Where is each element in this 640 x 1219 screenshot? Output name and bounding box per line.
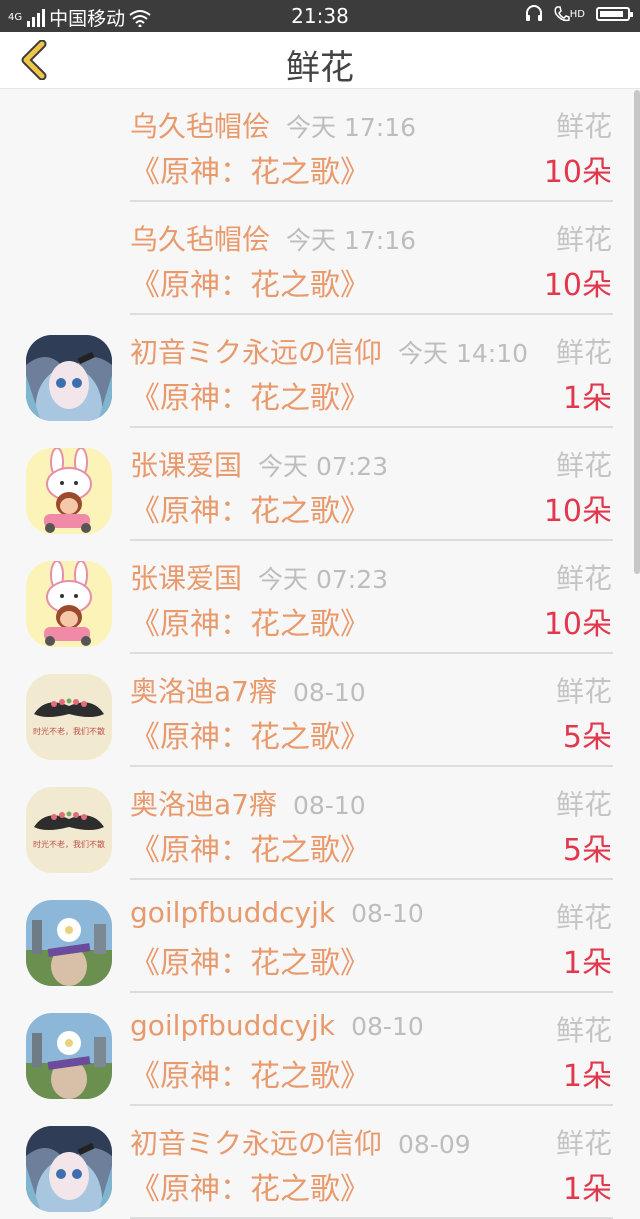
scrollbar[interactable]: [634, 90, 640, 574]
work-title: 《原神：花之歌》: [130, 155, 370, 190]
svg-text:时光不老，我们不散: 时光不老，我们不散: [33, 726, 105, 736]
avatar[interactable]: [26, 900, 112, 986]
gift-type: 鲜花: [555, 675, 612, 708]
send-time: 08-10: [351, 899, 424, 928]
hd-call-icon: HD: [554, 5, 586, 23]
avatar[interactable]: [26, 1126, 112, 1212]
list-item[interactable]: 时光不老，我们不散 奥洛迪a7瘠 08-10 鲜花 《原神：花之歌》 5朵: [0, 654, 640, 767]
send-time: 08-09: [398, 1130, 471, 1159]
nav-bar: 鲜花: [0, 32, 640, 89]
hd-label: HD: [569, 8, 585, 20]
sender-name: 张课爱国: [130, 449, 243, 482]
gift-type: 鲜花: [555, 562, 612, 595]
gift-type: 鲜花: [555, 788, 612, 821]
sender-name: goilpfbuddcyjk: [130, 1009, 336, 1042]
sender-name: 乌久毡帽侩: [130, 110, 271, 143]
list-item[interactable]: 时光不老，我们不散 奥洛迪a7瘠 08-10 鲜花 《原神：花之歌》 5朵: [0, 767, 640, 880]
gift-count: 10朵: [543, 155, 612, 190]
headset-icon: [525, 5, 542, 21]
svg-text:时光不老，我们不散: 时光不老，我们不散: [33, 839, 105, 849]
list-item[interactable]: goilpfbuddcyjk 08-10 鲜花 《原神：花之歌》 1朵: [0, 880, 640, 993]
gift-count: 1朵: [562, 381, 612, 416]
gift-type: 鲜花: [555, 449, 612, 482]
gift-list: 乌久毡帽侩 今天 17:16 鲜花 《原神：花之歌》 10朵 乌久毡帽侩 今天 17…: [0, 89, 640, 1219]
sender-name: 乌久毡帽侩: [130, 223, 271, 256]
sender-name: 初音ミク永远の信仰: [130, 336, 383, 369]
sender-name: 张课爱国: [130, 562, 243, 595]
avatar[interactable]: 时光不老，我们不散: [26, 674, 112, 760]
gift-type: 鲜花: [555, 223, 612, 256]
gift-count: 5朵: [562, 833, 612, 868]
list-item[interactable]: 乌久毡帽侩 今天 17:16 鲜花 《原神：花之歌》 10朵: [0, 202, 640, 315]
work-title: 《原神：花之歌》: [130, 720, 370, 755]
gift-count: 10朵: [543, 494, 612, 529]
send-time: 08-10: [292, 678, 366, 707]
list-item[interactable]: 张课爱国 今天 07:23 鲜花 《原神：花之歌》 10朵: [0, 541, 640, 654]
avatar[interactable]: 时光不老，我们不散: [26, 787, 112, 873]
gift-count: 10朵: [543, 268, 612, 303]
avatar[interactable]: [26, 448, 112, 534]
work-title: 《原神：花之歌》: [130, 268, 370, 303]
work-title: 《原神：花之歌》: [130, 494, 370, 529]
send-time: 08-10: [351, 1012, 424, 1041]
sender-name: 奥洛迪a7瘠: [130, 675, 277, 708]
work-title: 《原神：花之歌》: [130, 381, 370, 416]
send-time: 今天 17:16: [286, 226, 417, 255]
list-item[interactable]: 张课爱国 今天 07:23 鲜花 《原神：花之歌》 10朵: [0, 428, 640, 541]
list-item[interactable]: goilpfbuddcyjk 08-10 鲜花 《原神：花之歌》 1朵: [0, 993, 640, 1106]
avatar-empty[interactable]: [26, 222, 112, 308]
avatar[interactable]: [26, 335, 112, 421]
send-time: 今天 17:16: [286, 113, 417, 142]
gift-count: 1朵: [562, 1172, 612, 1207]
sender-name: 初音ミク永远の信仰: [130, 1127, 383, 1160]
battery-icon: [596, 7, 633, 21]
send-time: 今天 14:10: [398, 339, 529, 368]
send-time: 08-10: [292, 791, 366, 820]
gift-count: 10朵: [543, 607, 612, 642]
send-time: 今天 07:23: [258, 452, 389, 481]
list-item[interactable]: 初音ミク永远の信仰 08-09 鲜花 《原神：花之歌》 1朵: [0, 1106, 640, 1219]
avatar[interactable]: [26, 561, 112, 647]
avatar-empty[interactable]: [26, 109, 112, 195]
list-item[interactable]: 初音ミク永远の信仰 今天 14:10 鲜花 《原神：花之歌》 1朵: [0, 315, 640, 428]
gift-type: 鲜花: [555, 901, 612, 934]
list-item[interactable]: 乌久毡帽侩 今天 17:16 鲜花 《原神：花之歌》 10朵: [0, 89, 640, 202]
work-title: 《原神：花之歌》: [130, 607, 370, 642]
work-title: 《原神：花之歌》: [130, 946, 370, 981]
work-title: 《原神：花之歌》: [130, 833, 370, 868]
gift-type: 鲜花: [555, 336, 612, 369]
battery-level: [600, 11, 624, 17]
gift-count: 1朵: [562, 1059, 612, 1094]
avatar[interactable]: [26, 1013, 112, 1099]
work-title: 《原神：花之歌》: [130, 1172, 370, 1207]
sender-name: goilpfbuddcyjk: [130, 896, 336, 929]
gift-type: 鲜花: [555, 1127, 612, 1160]
send-time: 今天 07:23: [258, 565, 389, 594]
status-bar: 4G 中国移动 21:38 HD: [0, 0, 640, 32]
sender-name: 奥洛迪a7瘠: [130, 788, 277, 821]
page-title: 鲜花: [286, 48, 354, 88]
gift-type: 鲜花: [555, 110, 612, 143]
gift-type: 鲜花: [555, 1014, 612, 1047]
gift-count: 1朵: [562, 946, 612, 981]
work-title: 《原神：花之歌》: [130, 1059, 370, 1094]
gift-count: 5朵: [562, 720, 612, 755]
